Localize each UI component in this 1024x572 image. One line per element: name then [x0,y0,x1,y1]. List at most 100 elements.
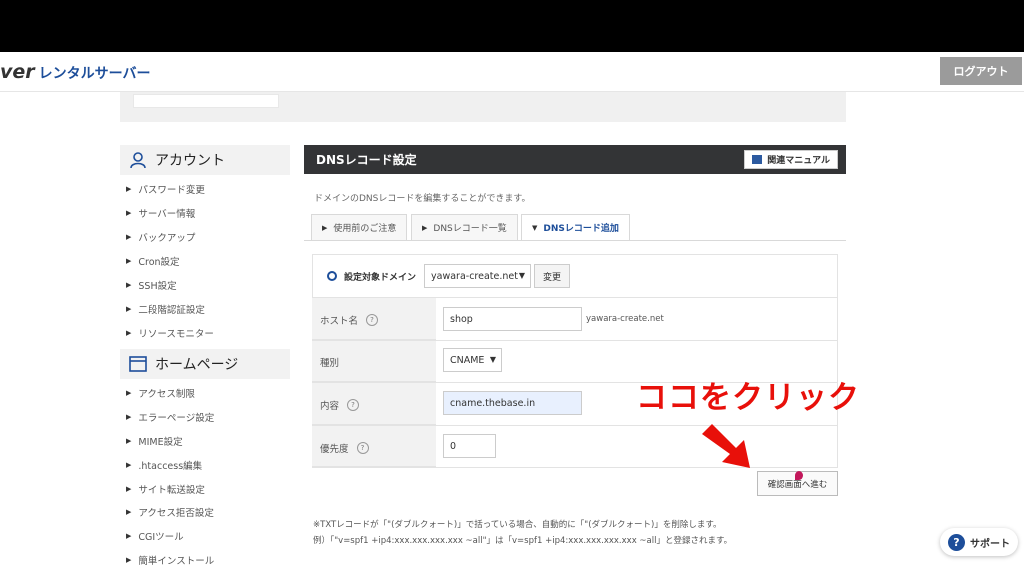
sidebar-item-label: サーバー情報 [138,209,196,220]
chevron-right-icon: ▶ [322,223,328,232]
tab-dns-add[interactable]: ▼ DNSレコード追加 [521,214,630,241]
sidebar-item-htaccess[interactable]: ▶ .htaccess編集 [126,457,202,473]
content-input[interactable]: cname.thebase.in [443,391,582,415]
host-input[interactable]: shop [443,307,582,331]
sidebar-item-access-deny[interactable]: ▶ アクセス拒否設定 [126,504,214,520]
chevron-right-icon: ▶ [126,389,132,397]
mouse-cursor-icon [795,471,803,480]
note-line: ※TXTレコードが「"(ダブルクォート)」で括っている場合、自動的に「"(ダブル… [313,520,722,530]
priority-row-label: 優先度 ? [320,441,369,455]
sidebar-item-label: パスワード変更 [138,185,205,196]
annotation-text: ココをクリック [636,380,860,416]
logo[interactable]: ver レンタルサーバー [0,61,151,85]
chevron-right-icon: ▶ [126,556,132,564]
sidebar-section-account: アカウント [120,145,290,175]
chevron-right-icon: ▶ [126,508,132,516]
chevron-down-icon: ▼ [518,271,525,280]
chevron-down-icon: ▼ [489,355,496,364]
sidebar-section-title: アカウント [155,153,225,169]
support-button[interactable]: ? サポート [940,528,1018,556]
sidebar-item-cgi-tools[interactable]: ▶ CGIツール [126,528,184,544]
panel-description: ドメインのDNSレコードを編集することができます。 [314,194,531,204]
sidebar-item-label: アクセス拒否設定 [138,508,214,519]
person-search-icon [127,149,149,171]
domain-radio[interactable] [327,271,337,281]
sidebar-item-label: CGIツール [138,532,184,543]
panel-header: DNSレコード設定 関連マニュアル [304,145,846,174]
sidebar-item-password[interactable]: ▶ パスワード変更 [126,181,205,197]
sidebar-item-server-info[interactable]: ▶ サーバー情報 [126,205,195,221]
chevron-right-icon: ▶ [126,329,132,337]
top-search-field[interactable] [133,94,279,108]
help-circle-icon: ? [948,533,965,551]
sidebar-item-label: MIME設定 [138,437,183,448]
tab-label: DNSレコード追加 [543,224,619,234]
chevron-right-icon: ▶ [126,413,132,421]
sidebar-item-backup[interactable]: ▶ バックアップ [126,229,195,245]
sidebar-item-label: リソースモニター [138,329,214,340]
help-icon[interactable]: ? [366,314,379,326]
sidebar-item-label: .htaccess編集 [138,461,203,472]
host-domain-suffix: yawara-create.net [586,314,664,324]
sidebar-item-label: エラーページ設定 [138,413,215,424]
chevron-down-icon: ▼ [532,223,538,232]
sidebar-item-label: Cron設定 [138,257,180,268]
record-type-value: CNAME [450,354,485,366]
sidebar-item-label: アクセス制限 [138,389,195,400]
sidebar-item-ssh[interactable]: ▶ SSH設定 [126,277,177,293]
chevron-right-icon: ▶ [126,281,132,289]
logo-brand-text: ver [0,61,35,83]
tab-label: 使用前のご注意 [333,224,397,234]
content-label: 内容 [320,401,340,412]
chevron-right-icon: ▶ [126,233,132,241]
chevron-right-icon: ▶ [126,461,132,469]
help-icon[interactable]: ? [356,442,369,454]
logout-button[interactable]: ログアウト [940,57,1022,85]
sidebar-item-easy-install[interactable]: ▶ 簡単インストール [126,552,214,568]
domain-label: 設定対象ドメイン [344,273,417,283]
book-icon [752,155,763,164]
chevron-right-icon: ▶ [126,485,132,493]
chevron-right-icon: ▶ [126,305,132,313]
tab-dns-list[interactable]: ▶ DNSレコード一覧 [411,214,518,241]
row-divider [312,425,838,426]
chevron-right-icon: ▶ [126,257,132,265]
sidebar-item-label: 二段階認証設定 [138,305,205,316]
tab-precautions[interactable]: ▶ 使用前のご注意 [311,214,408,241]
chevron-right-icon: ▶ [126,532,132,540]
host-row-label: ホスト名 ? [320,313,379,327]
record-type-select[interactable]: CNAME ▼ [443,348,502,372]
tab-divider [304,240,846,241]
site-header: ver レンタルサーバー ログアウト [0,52,1024,92]
host-label: ホスト名 [320,316,359,327]
chevron-right-icon: ▶ [422,223,428,232]
domain-select-value: yawara-create.net [431,270,518,282]
sidebar-section-homepage: ホームページ [120,349,290,379]
sidebar-item-cron[interactable]: ▶ Cron設定 [126,253,180,269]
type-row-label: 種別 [320,355,339,369]
row-divider [312,340,838,341]
priority-label: 優先度 [320,444,349,455]
sidebar-item-label: SSH設定 [138,281,177,292]
type-label: 種別 [320,358,340,369]
sidebar-item-mime[interactable]: ▶ MIME設定 [126,433,183,449]
change-domain-button[interactable]: 変更 [534,264,570,288]
domain-select[interactable]: yawara-create.net ▼ [424,264,531,288]
sidebar-item-error-page[interactable]: ▶ エラーページ設定 [126,409,214,425]
help-icon[interactable]: ? [347,399,360,411]
sidebar-item-resource-monitor[interactable]: ▶ リソースモニター [126,325,214,341]
sidebar-item-two-factor[interactable]: ▶ 二段階認証設定 [126,301,205,317]
page-margin-left [0,92,120,572]
video-letterbox-top [0,0,1024,52]
manual-button[interactable]: 関連マニュアル [744,150,838,169]
sidebar-item-site-redirect[interactable]: ▶ サイト転送設定 [126,481,205,497]
logo-product-text: レンタルサーバー [38,66,151,82]
browser-window-icon [127,353,149,375]
sidebar-item-label: 簡単インストール [138,556,215,567]
sidebar-item-access-restriction[interactable]: ▶ アクセス制限 [126,385,195,401]
support-label: サポート [970,538,1010,550]
sidebar-item-label: サイト転送設定 [138,485,205,496]
priority-input[interactable]: 0 [443,434,496,458]
manual-button-label: 関連マニュアル [767,156,830,166]
sidebar-section-title: ホームページ [155,357,239,373]
